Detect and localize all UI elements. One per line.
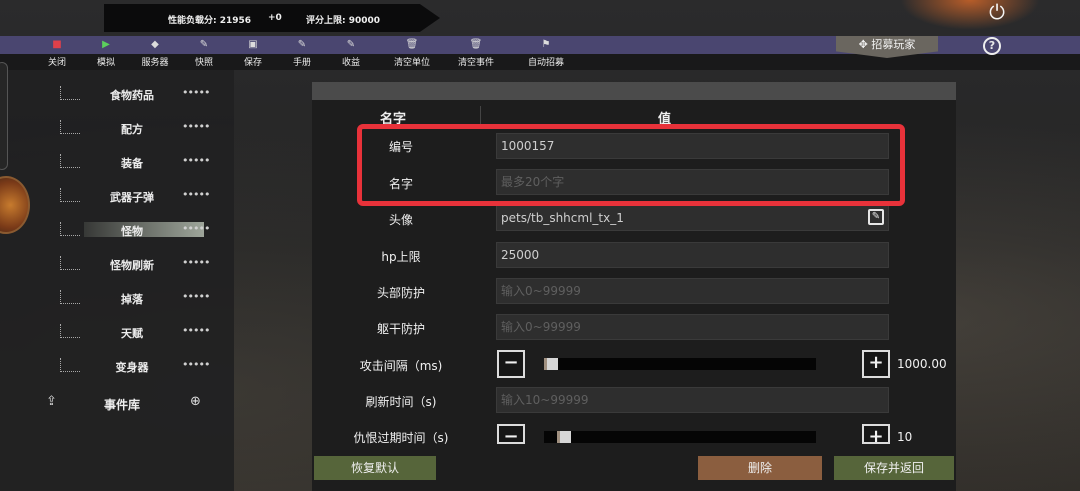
sidebar-item[interactable]: 天赋 ••••• <box>0 322 234 344</box>
head-armor-field[interactable]: 输入0~99999 <box>496 278 889 304</box>
toolbar-label: 自动招募 <box>527 58 564 68</box>
sidebar-item[interactable]: 变身器 ••••• <box>0 356 234 378</box>
edit-icon[interactable]: ✎ <box>868 209 884 225</box>
row-label-hate-expire: 仇恨过期时间（s) <box>353 431 449 445</box>
sidebar-item[interactable]: 怪物 ••••• <box>0 220 234 242</box>
recruit-auto-icon: ⚑ <box>541 39 551 50</box>
toolbar-button-8[interactable]: 🗑 清空事件 <box>446 38 506 68</box>
tree-connector <box>60 154 80 168</box>
background-glow <box>900 0 1040 30</box>
body-armor-field[interactable]: 输入0~99999 <box>496 314 889 340</box>
add-folder-icon[interactable]: ⊕ <box>190 394 201 409</box>
tree-connector <box>60 188 80 202</box>
hate-expire-value: 10 <box>897 430 913 444</box>
toolbar-label: 清空单位 <box>393 58 430 68</box>
power-icon[interactable]: ⏻ <box>984 0 1010 26</box>
toolbar-label: 收益 <box>341 58 360 68</box>
avatar-field[interactable]: pets/tb_shhcml_tx_1 ✎ <box>496 205 889 231</box>
save-and-return-button[interactable]: 保存并返回 <box>834 456 954 480</box>
sidebar-item-label: 天赋 <box>121 327 143 340</box>
annotation-highlight-box <box>357 124 905 206</box>
refresh-time-field[interactable]: 输入10~99999 <box>496 387 889 413</box>
attack-interval-increase-button[interactable]: + <box>862 350 890 378</box>
more-options-icon[interactable]: ••••• <box>182 86 210 99</box>
avatar-path: pets/tb_shhcml_tx_1 <box>501 211 624 225</box>
row-label-avatar: 头像 <box>388 213 413 227</box>
sidebar-item[interactable]: 掉落 ••••• <box>0 288 234 310</box>
tree-connector <box>60 290 80 304</box>
sidebar-item-label: 武器子弹 <box>110 191 154 204</box>
attack-interval-slider[interactable] <box>544 358 816 370</box>
tree-connector <box>60 86 80 100</box>
attack-interval-decrease-button[interactable]: − <box>497 350 525 378</box>
event-library-label[interactable]: 事件库 <box>104 396 140 413</box>
sidebar-item-label: 食物药品 <box>110 89 154 102</box>
sidebar-item[interactable]: 食物药品 ••••• <box>0 84 234 106</box>
column-divider <box>480 106 481 124</box>
trash-icon: 🗑 <box>405 39 419 50</box>
delete-button[interactable]: 删除 <box>698 456 822 480</box>
score-limit-label: 评分上限: 90000 <box>306 16 381 26</box>
trash-icon: 🗑 <box>469 39 483 50</box>
row-label-head-armor: 头部防护 <box>376 286 425 300</box>
hate-expire-increase-button[interactable]: + <box>862 424 890 447</box>
toolbar-button-7[interactable]: 🗑 清空单位 <box>382 38 442 68</box>
tree-connector <box>60 358 80 372</box>
more-options-icon[interactable]: ••••• <box>182 188 210 201</box>
recruit-label: 招募玩家 <box>871 38 916 51</box>
sidebar-item-label: 怪物 <box>121 225 143 238</box>
sidebar-item[interactable]: 配方 ••••• <box>0 118 234 140</box>
sidebar-item[interactable]: 怪物刷新 ••••• <box>0 254 234 276</box>
income-icon: ✎ <box>346 39 356 50</box>
sidebar-item-label: 配方 <box>121 123 143 136</box>
sidebar-item-label: 怪物刷新 <box>110 259 154 272</box>
hate-expire-slider-thumb[interactable] <box>557 431 571 443</box>
tree-connector <box>60 120 80 134</box>
more-options-icon[interactable]: ••••• <box>182 222 210 235</box>
sidebar-item-label: 变身器 <box>115 361 149 374</box>
perf-load-label: 性能负载分: 21956 <box>168 16 252 26</box>
hate-expire-slider[interactable] <box>544 431 816 443</box>
import-icon[interactable]: ⇪ <box>46 394 57 409</box>
recruit-icon: ✥ <box>858 38 868 51</box>
row-label-hp: hp上限 <box>381 250 421 264</box>
perf-delta: +0 <box>268 13 282 23</box>
more-options-icon[interactable]: ••••• <box>182 290 210 303</box>
hate-expire-decrease-button[interactable]: − <box>497 424 525 447</box>
sidebar-item[interactable]: 武器子弹 ••••• <box>0 186 234 208</box>
tree-connector <box>60 256 80 270</box>
row-label-attack-interval: 攻击间隔（ms) <box>359 359 443 373</box>
toolbar-button-6[interactable]: ✎ 收益 <box>321 38 381 68</box>
tree-connector <box>60 222 80 236</box>
reset-default-button[interactable]: 恢复默认 <box>314 456 436 480</box>
more-options-icon[interactable]: ••••• <box>182 120 210 133</box>
more-options-icon[interactable]: ••••• <box>182 154 210 167</box>
sidebar-item-label: 装备 <box>121 157 143 170</box>
status-bar: 性能负载分: 21956 +0 评分上限: 90000 <box>104 4 440 32</box>
more-options-icon[interactable]: ••••• <box>182 358 210 371</box>
sidebar-item[interactable]: 装备 ••••• <box>0 152 234 174</box>
more-options-icon[interactable]: ••••• <box>182 256 210 269</box>
attack-interval-value: 1000.00 <box>897 357 947 371</box>
help-icon[interactable]: ? <box>983 37 1001 55</box>
dialog-header-bar <box>312 82 956 100</box>
row-label-refresh-time: 刷新时间（s) <box>365 395 437 409</box>
toolbar-button-9[interactable]: ⚑ 自动招募 <box>516 38 576 68</box>
toolbar-label: 清空事件 <box>457 58 494 68</box>
tree-connector <box>60 324 80 338</box>
attack-interval-slider-thumb[interactable] <box>544 358 558 370</box>
hp-max-field[interactable]: 25000 <box>496 242 889 268</box>
more-options-icon[interactable]: ••••• <box>182 324 210 337</box>
row-label-body-armor: 躯干防护 <box>376 322 425 336</box>
sidebar-item-label: 掉落 <box>121 293 143 306</box>
